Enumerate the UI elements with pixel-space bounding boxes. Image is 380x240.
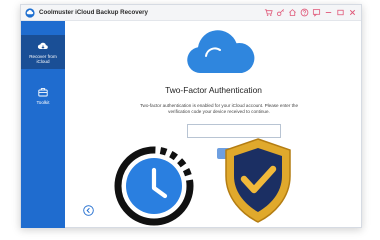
key-icon[interactable] (276, 8, 285, 17)
cloud-recover-icon (37, 42, 48, 49)
sidebar-item-label: Toolkit (36, 100, 50, 106)
page-title: Two-Factor Authentication (165, 85, 262, 95)
sidebar-item-toolkit[interactable]: Toolkit (21, 79, 65, 113)
app-title: Coolmuster iCloud Backup Recovery (39, 9, 148, 16)
minimize-icon[interactable] (324, 8, 333, 17)
title-bar: Coolmuster iCloud Backup Recovery (21, 5, 361, 21)
shield-check-icon (225, 138, 291, 223)
clock-icon (114, 146, 194, 226)
cloud-icon (187, 30, 255, 73)
stage: Coolmuster iCloud Backup Recovery Recove… (0, 0, 380, 240)
titlebar-controls (264, 8, 357, 17)
feedback-icon[interactable] (312, 8, 321, 17)
sidebar: Recover from iCloud Toolkit (21, 21, 65, 228)
sidebar-item-recover-from-icloud[interactable]: Recover from iCloud (21, 35, 65, 69)
back-arrow-icon[interactable] (83, 205, 94, 216)
help-icon[interactable] (300, 8, 309, 17)
auth-description: Two-factor authentication is enabled for… (139, 103, 299, 115)
sidebar-item-label: Recover from iCloud (29, 53, 57, 64)
close-icon[interactable] (348, 8, 357, 17)
app-logo-icon (25, 7, 35, 18)
maximize-icon[interactable] (336, 8, 345, 17)
toolkit-icon (38, 88, 48, 97)
cart-icon[interactable] (264, 8, 273, 17)
home-icon[interactable] (288, 8, 297, 17)
